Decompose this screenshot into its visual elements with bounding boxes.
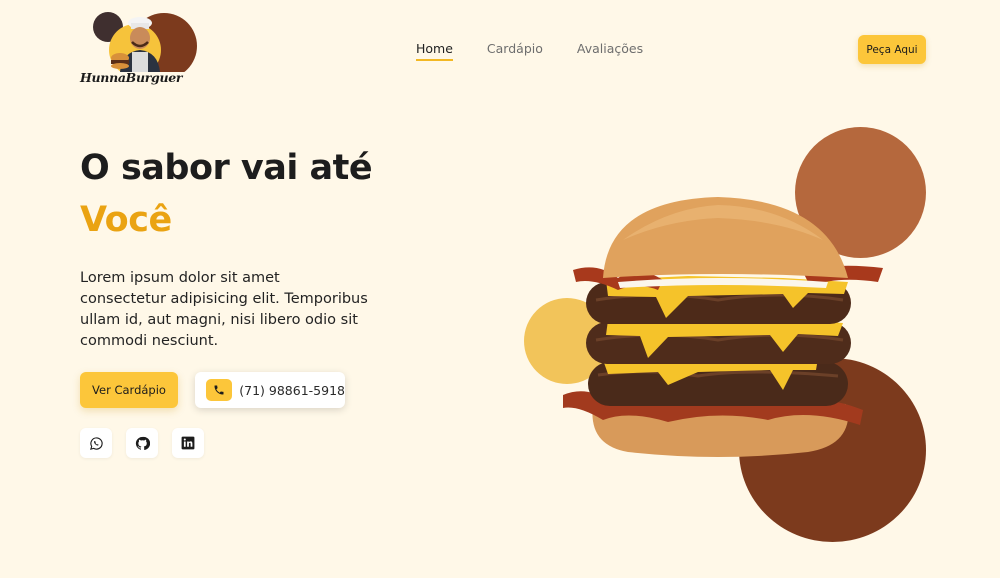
nav-avaliacoes[interactable]: Avaliações xyxy=(577,41,643,61)
phone-number: (71) 98861-5918 xyxy=(239,382,345,398)
order-button[interactable]: Peça Aqui xyxy=(858,35,926,64)
main-nav: Home Cardápio Avaliações xyxy=(416,41,643,61)
hero-title: O sabor vai até xyxy=(80,148,373,188)
view-menu-button[interactable]: Ver Cardápio xyxy=(80,372,178,408)
burger-image xyxy=(563,197,883,457)
brand-name: HunnaBurguer xyxy=(80,70,183,85)
hero-highlight: Você xyxy=(80,200,172,240)
nav-home[interactable]: Home xyxy=(416,41,453,61)
whatsapp-button[interactable] xyxy=(80,428,112,458)
brand-logo[interactable]: HunnaBurguer xyxy=(80,12,198,90)
whatsapp-icon xyxy=(89,436,103,450)
nav-cardapio[interactable]: Cardápio xyxy=(487,41,543,61)
social-links xyxy=(80,428,204,458)
linkedin-icon xyxy=(181,436,195,450)
hero-description: Lorem ipsum dolor sit amet consectetur a… xyxy=(80,270,368,349)
github-icon xyxy=(135,436,150,450)
phone-contact[interactable]: (71) 98861-5918 xyxy=(195,372,345,408)
linkedin-button[interactable] xyxy=(172,428,204,458)
phone-icon xyxy=(206,379,233,401)
chef-mascot-icon xyxy=(93,12,197,79)
github-button[interactable] xyxy=(126,428,158,458)
